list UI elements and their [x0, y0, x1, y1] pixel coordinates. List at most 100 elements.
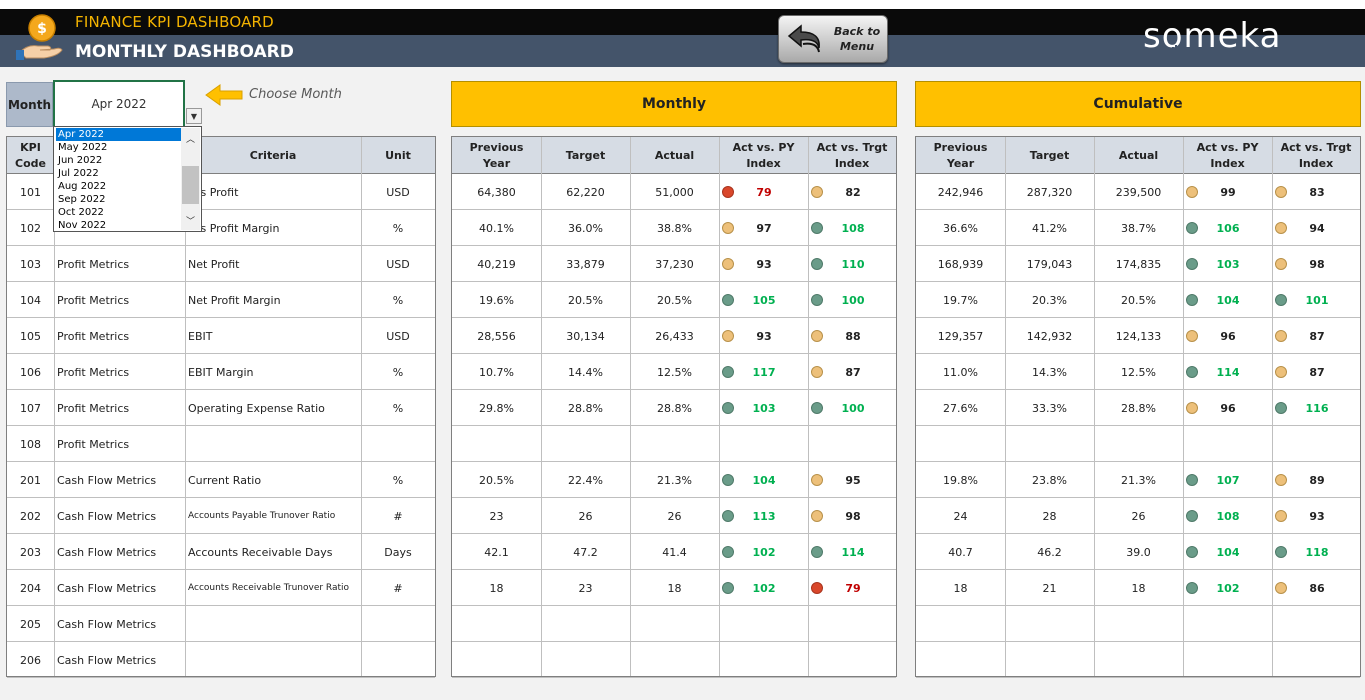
monthly-actual: 41.4	[662, 545, 687, 559]
kpi-code: 101	[20, 185, 41, 199]
index-value: 117	[752, 365, 776, 379]
cumulative-actual: 28.8%	[1121, 401, 1156, 415]
status-dot-icon	[722, 402, 734, 414]
cumulative-target	[1005, 642, 1094, 678]
monthly-actual: 18	[667, 581, 682, 595]
monthly-previous-year: 42.1	[484, 545, 509, 559]
dropdown-option[interactable]: Apr 2022	[56, 128, 181, 141]
kpi-criteria	[185, 426, 361, 462]
index-value: 97	[756, 221, 772, 235]
status-dot-icon	[722, 258, 734, 270]
scroll-thumb[interactable]	[182, 166, 199, 204]
kpi-group: Cash Flow Metrics	[57, 581, 157, 595]
cumulative-target: 28	[1042, 509, 1057, 523]
back-to-menu-button[interactable]: Back to Menu	[778, 15, 888, 63]
kpi-group: Cash Flow Metrics	[57, 509, 157, 523]
dropdown-option[interactable]: Sep 2022	[56, 193, 181, 206]
brand-dot-icon	[1171, 37, 1180, 51]
index-value: 87	[845, 365, 861, 379]
kpi-criteria: oss Profit Margin	[188, 221, 280, 235]
table-row: 204 Cash Flow Metrics Accounts Receivable …	[7, 570, 435, 606]
cumulative-previous-year: 129,357	[937, 329, 984, 343]
cumulative-act-vs-trgt-index: 89	[1272, 462, 1360, 498]
cumulative-act-vs-py-index: 114	[1183, 354, 1272, 390]
month-label: Month	[6, 82, 53, 127]
index-value: 116	[1305, 401, 1329, 415]
monthly-target: 30,134	[566, 329, 605, 343]
dropdown-scrollbar[interactable]: ︿ ﹀	[181, 128, 200, 230]
monthly-actual: 21.3%	[657, 473, 692, 487]
scroll-down-icon[interactable]: ﹀	[181, 210, 200, 230]
monthly-actual: 26	[667, 509, 682, 523]
monthly-table-row: 23 26 26 113 98	[452, 498, 896, 534]
cumulative-act-vs-py-index: 104	[1183, 534, 1272, 570]
kpi-group: Profit Metrics	[57, 365, 130, 379]
kpi-group: Profit Metrics	[57, 293, 130, 307]
monthly-target: 23	[578, 581, 593, 595]
dropdown-option[interactable]: Aug 2022	[56, 180, 181, 193]
kpi-unit: #	[393, 581, 403, 595]
monthly-table-row	[452, 606, 896, 642]
index-value: 107	[1216, 473, 1240, 487]
month-select[interactable]: Apr 2022	[53, 80, 185, 128]
monthly-target: 20.5%	[568, 293, 603, 307]
status-dot-icon	[1186, 186, 1198, 198]
kpi-group: Cash Flow Metrics	[57, 653, 157, 667]
column-divider	[1094, 137, 1095, 676]
cumulative-actual: 239,500	[1115, 185, 1162, 199]
dropdown-option[interactable]: May 2022	[56, 141, 181, 154]
monthly-act-vs-trgt-index: 98	[808, 498, 896, 534]
kpi-unit: %	[392, 293, 404, 307]
cumulative-act-vs-py-index	[1183, 642, 1272, 678]
index-value: 87	[1309, 329, 1325, 343]
index-value: 101	[1305, 293, 1329, 307]
status-dot-icon	[1275, 582, 1287, 594]
dropdown-option[interactable]: Oct 2022	[56, 206, 181, 219]
kpi-unit: USD	[386, 185, 410, 199]
dropdown-option[interactable]: Nov 2022	[56, 219, 181, 232]
dropdown-option[interactable]: Jun 2022	[56, 154, 181, 167]
cumulative-actual: 124,133	[1115, 329, 1162, 343]
status-dot-icon	[722, 366, 734, 378]
monthly-previous-year: 18	[489, 581, 504, 595]
cumulative-target	[1005, 426, 1094, 462]
cumulative-target: 21	[1042, 581, 1057, 595]
monthly-header-py: Previous Year	[469, 140, 524, 170]
cumulative-previous-year: 168,939	[937, 257, 984, 271]
monthly-actual: 12.5%	[657, 365, 692, 379]
chevron-down-icon: ▼	[190, 111, 198, 121]
kpi-group: Cash Flow Metrics	[57, 545, 157, 559]
cumulative-act-vs-py-index: 108	[1183, 498, 1272, 534]
monthly-target: 36.0%	[568, 221, 603, 235]
dropdown-option[interactable]: Jul 2022	[56, 167, 181, 180]
monthly-previous-year: 29.8%	[479, 401, 514, 415]
index-value: 89	[1309, 473, 1325, 487]
cumulative-act-vs-trgt-index: 87	[1272, 318, 1360, 354]
cumulative-target: 142,932	[1026, 329, 1073, 343]
monthly-target: 22.4%	[568, 473, 603, 487]
index-value: 79	[756, 185, 772, 199]
month-dropdown-arrow[interactable]: ▼	[186, 108, 202, 124]
monthly-act-vs-trgt-index: 79	[808, 570, 896, 606]
cumulative-table-row	[916, 606, 1360, 642]
cumulative-act-vs-trgt-index: 94	[1272, 210, 1360, 246]
cumulative-header-act_trgt: Act vs. Trgt Index	[1280, 140, 1352, 170]
month-dropdown-list[interactable]: ︿ ﹀ Apr 2022 May 2022 Jun 2022 Jul 2022 Aug …	[53, 126, 202, 232]
scroll-up-icon[interactable]: ︿	[181, 128, 200, 148]
table-row: 107 Profit Metrics Operating Expense Ratio…	[7, 390, 435, 426]
top-strip	[0, 0, 1365, 9]
index-value: 102	[752, 581, 776, 595]
monthly-table-row: 29.8% 28.8% 28.8% 103 100	[452, 390, 896, 426]
brand-logo: someka	[1143, 16, 1282, 56]
monthly-target: 62,220	[566, 185, 605, 199]
kpi-unit: USD	[386, 257, 410, 271]
kpi-code: 105	[20, 329, 41, 343]
column-divider	[1183, 137, 1184, 676]
cumulative-header-actual: Actual	[1118, 148, 1159, 162]
cumulative-header-act_py: Act vs. PY Index	[1196, 140, 1259, 170]
kpi-unit	[361, 426, 435, 462]
kpi-unit	[361, 606, 435, 642]
cumulative-act-vs-trgt-index	[1272, 426, 1360, 462]
cumulative-act-vs-py-index: 102	[1183, 570, 1272, 606]
monthly-actual	[630, 642, 719, 678]
